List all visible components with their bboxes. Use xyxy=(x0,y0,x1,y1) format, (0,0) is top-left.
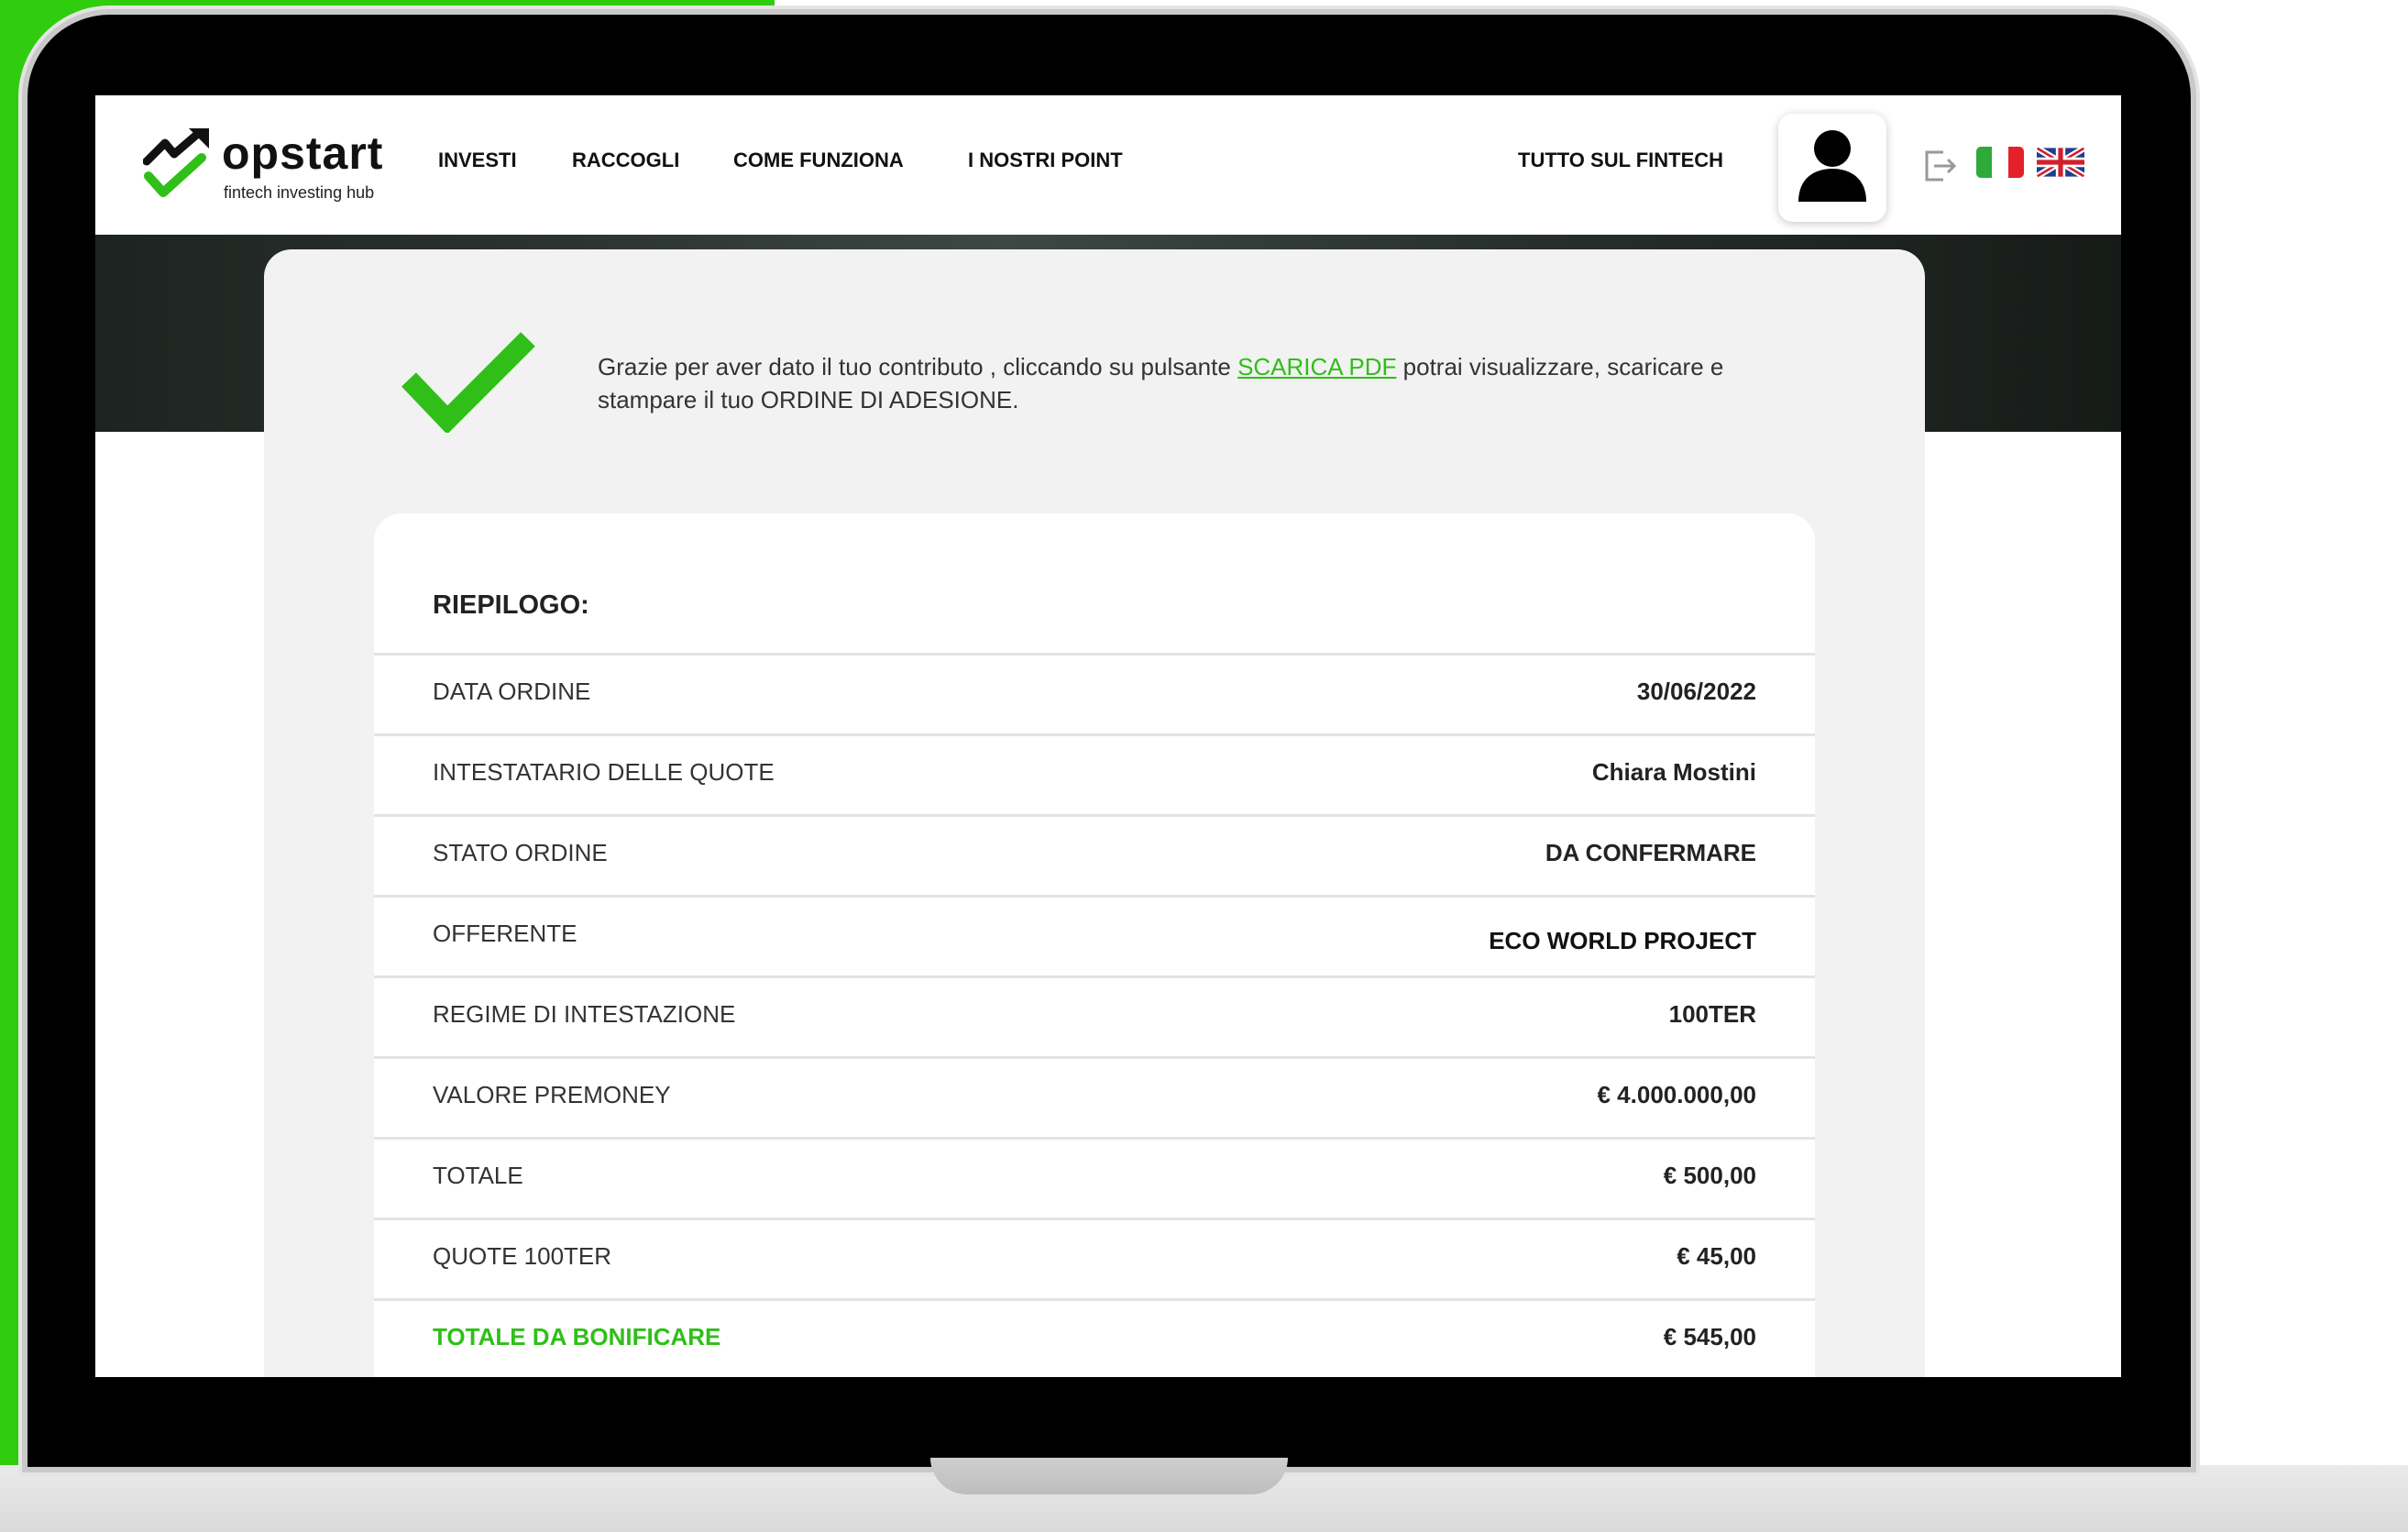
summary-title: RIEPILOGO: xyxy=(433,590,589,620)
order-summary-panel: RIEPILOGO: DATA ORDINE 30/06/2022 INTEST… xyxy=(374,513,1815,1377)
summary-row-stato-ordine: STATO ORDINE DA CONFERMARE xyxy=(374,814,1815,896)
row-value: € 545,00 xyxy=(1663,1323,1756,1350)
summary-row-offerente: OFFERENTE ECO WORLD PROJECT xyxy=(374,895,1815,976)
row-label: DATA ORDINE xyxy=(433,678,591,705)
flag-uk-icon[interactable] xyxy=(2037,147,2084,178)
row-value: € 4.000.000,00 xyxy=(1597,1081,1757,1108)
summary-row-regime: REGIME DI INTESTAZIONE 100TER xyxy=(374,975,1815,1057)
row-label: STATO ORDINE xyxy=(433,839,608,866)
user-account-button[interactable] xyxy=(1778,114,1886,222)
brand-tagline: fintech investing hub xyxy=(224,183,375,202)
row-label: VALORE PREMONEY xyxy=(433,1081,671,1108)
summary-row-valore-premoney: VALORE PREMONEY € 4.000.000,00 xyxy=(374,1056,1815,1138)
row-value: 100TER xyxy=(1668,1000,1756,1028)
nav-i-nostri-point[interactable]: I NOSTRI POINT xyxy=(968,149,1123,172)
logout-icon[interactable] xyxy=(1921,147,1960,185)
row-label: INTESTATARIO DELLE QUOTE xyxy=(433,758,775,786)
nav-raccogli[interactable]: RACCOGLI xyxy=(572,149,679,172)
row-label: TOTALE DA BONIFICARE xyxy=(433,1323,721,1350)
user-icon xyxy=(1798,130,1866,202)
flag-italy-icon[interactable] xyxy=(1976,147,2024,178)
opstart-logo-icon xyxy=(143,128,209,197)
summary-row-totale: TOTALE € 500,00 xyxy=(374,1137,1815,1218)
nav-tutto-sul-fintech[interactable]: TUTTO SUL FINTECH xyxy=(1518,149,1723,172)
row-label: OFFERENTE xyxy=(433,920,577,947)
row-value: € 500,00 xyxy=(1663,1162,1756,1189)
nav-investi[interactable]: INVESTI xyxy=(438,149,517,172)
checkmark-icon xyxy=(401,332,535,433)
laptop-stand-notch xyxy=(930,1458,1288,1494)
browser-screen: opstart fintech investing hub INVESTI RA… xyxy=(95,95,2121,1377)
summary-row-totale-da-bonificare: TOTALE DA BONIFICARE € 545,00 xyxy=(374,1298,1815,1377)
summary-row-data-ordine: DATA ORDINE 30/06/2022 xyxy=(374,653,1815,734)
row-value: ECO WORLD PROJECT xyxy=(1489,927,1756,954)
message-text-before: Grazie per aver dato il tuo contributo ,… xyxy=(598,353,1238,380)
brand-logo[interactable]: opstart fintech investing hub xyxy=(143,127,400,209)
confirmation-message: Grazie per aver dato il tuo contributo ,… xyxy=(598,350,1808,416)
brand-name: opstart xyxy=(222,127,384,179)
site-header: opstart fintech investing hub INVESTI RA… xyxy=(95,95,2121,235)
summary-row-quote-100ter: QUOTE 100TER € 45,00 xyxy=(374,1218,1815,1299)
row-label: TOTALE xyxy=(433,1162,523,1189)
row-label: REGIME DI INTESTAZIONE xyxy=(433,1000,736,1028)
row-value: DA CONFERMARE xyxy=(1545,839,1756,866)
nav-come-funziona[interactable]: COME FUNZIONA xyxy=(733,149,904,172)
summary-row-intestatario: INTESTATARIO DELLE QUOTE Chiara Mostini xyxy=(374,733,1815,815)
laptop-frame: opstart fintech investing hub INVESTI RA… xyxy=(27,15,2191,1467)
row-value: Chiara Mostini xyxy=(1591,758,1756,786)
row-value: € 45,00 xyxy=(1677,1242,1756,1270)
download-pdf-link[interactable]: SCARICA PDF xyxy=(1237,353,1396,380)
confirmation-card: Grazie per aver dato il tuo contributo ,… xyxy=(264,249,1925,1377)
row-label: QUOTE 100TER xyxy=(433,1242,612,1270)
row-value: 30/06/2022 xyxy=(1636,678,1756,705)
